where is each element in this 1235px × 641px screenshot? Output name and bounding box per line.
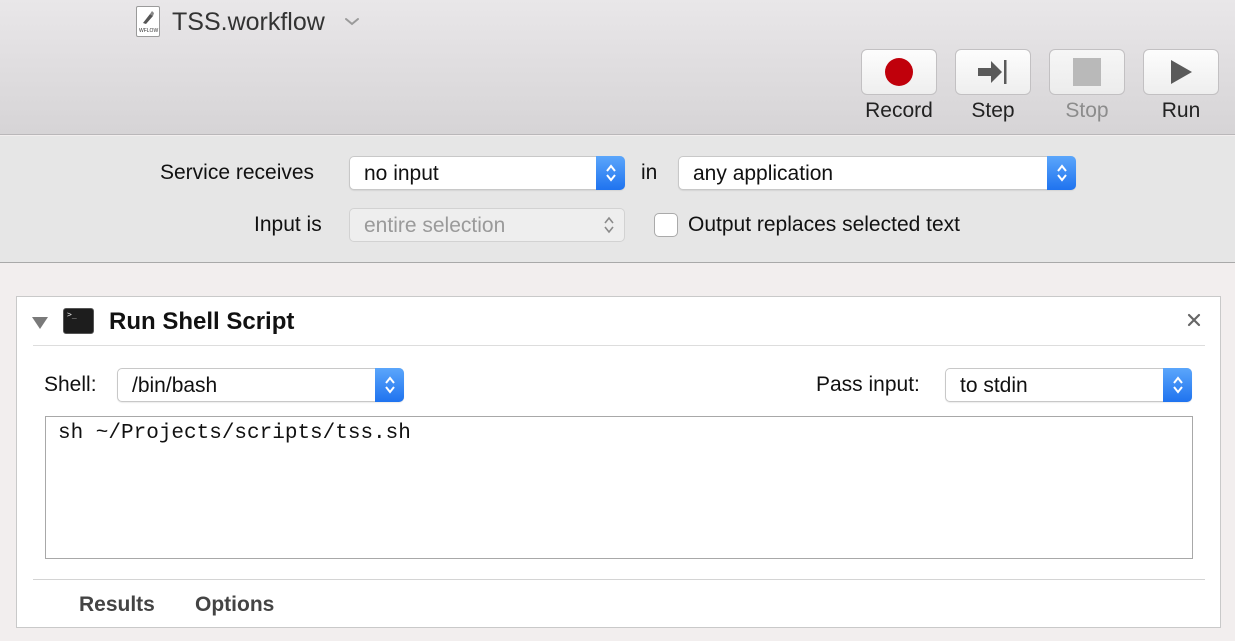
shell-popup[interactable]: /bin/bash xyxy=(117,368,404,402)
shell-value: /bin/bash xyxy=(132,374,218,397)
input-is-value: entire selection xyxy=(364,214,506,237)
run-shell-script-action: >_ Run Shell Script Shell: /bin/bash Pas… xyxy=(16,296,1221,628)
popup-arrows-icon xyxy=(596,156,625,190)
tab-results[interactable]: Results xyxy=(79,593,155,617)
terminal-icon: >_ xyxy=(63,308,94,334)
output-replaces-label[interactable]: Output replaces selected text xyxy=(688,213,960,237)
chevron-down-icon[interactable] xyxy=(343,13,361,31)
step-tool[interactable]: Step xyxy=(955,49,1031,123)
play-icon xyxy=(1171,60,1192,84)
window-titlebar: WFLOW TSS.workflow Record Step Stop Run xyxy=(0,0,1235,135)
pass-input-label: Pass input: xyxy=(816,373,920,396)
record-label: Record xyxy=(865,99,933,122)
record-tool[interactable]: Record xyxy=(861,49,937,123)
pass-input-value: to stdin xyxy=(960,374,1028,397)
script-editor[interactable]: sh ~/Projects/scripts/tss.sh xyxy=(45,416,1193,559)
record-icon xyxy=(885,58,913,86)
input-is-popup: entire selection xyxy=(349,208,625,242)
shell-label: Shell: xyxy=(44,373,97,396)
stop-label: Stop xyxy=(1065,99,1109,122)
workflow-document-icon: WFLOW xyxy=(136,6,160,37)
service-receives-label: Service receives xyxy=(160,161,315,184)
in-label: in xyxy=(641,161,658,184)
action-title: Run Shell Script xyxy=(109,308,295,335)
application-popup[interactable]: any application xyxy=(678,156,1076,190)
record-button[interactable] xyxy=(861,49,937,95)
run-label: Run xyxy=(1161,99,1201,122)
doc-icon-label: WFLOW xyxy=(139,28,159,34)
service-receives-value: no input xyxy=(364,162,439,185)
application-value: any application xyxy=(693,162,834,185)
popup-arrows-icon xyxy=(1163,368,1192,402)
run-tool[interactable]: Run xyxy=(1143,49,1219,123)
window-title[interactable]: TSS.workflow xyxy=(172,8,325,37)
run-button[interactable] xyxy=(1143,49,1219,95)
popup-arrows-icon xyxy=(1047,156,1076,190)
divider xyxy=(33,345,1205,346)
output-replaces-checkbox[interactable] xyxy=(654,213,678,237)
stop-icon xyxy=(1073,58,1101,86)
step-icon xyxy=(978,60,1007,84)
pass-input-popup[interactable]: to stdin xyxy=(945,368,1192,402)
divider xyxy=(33,579,1205,580)
popup-arrows-icon xyxy=(375,368,404,402)
stop-tool: Stop xyxy=(1049,49,1125,123)
stop-button xyxy=(1049,49,1125,95)
step-label: Step xyxy=(971,99,1015,122)
popup-arrows-icon xyxy=(598,209,620,241)
tab-options[interactable]: Options xyxy=(195,593,274,617)
input-is-label: Input is xyxy=(254,213,322,236)
script-text[interactable]: sh ~/Projects/scripts/tss.sh xyxy=(58,422,411,445)
step-button[interactable] xyxy=(955,49,1031,95)
close-icon[interactable] xyxy=(1184,310,1204,330)
service-receives-popup[interactable]: no input xyxy=(349,156,625,190)
disclosure-triangle-icon[interactable] xyxy=(32,317,48,329)
